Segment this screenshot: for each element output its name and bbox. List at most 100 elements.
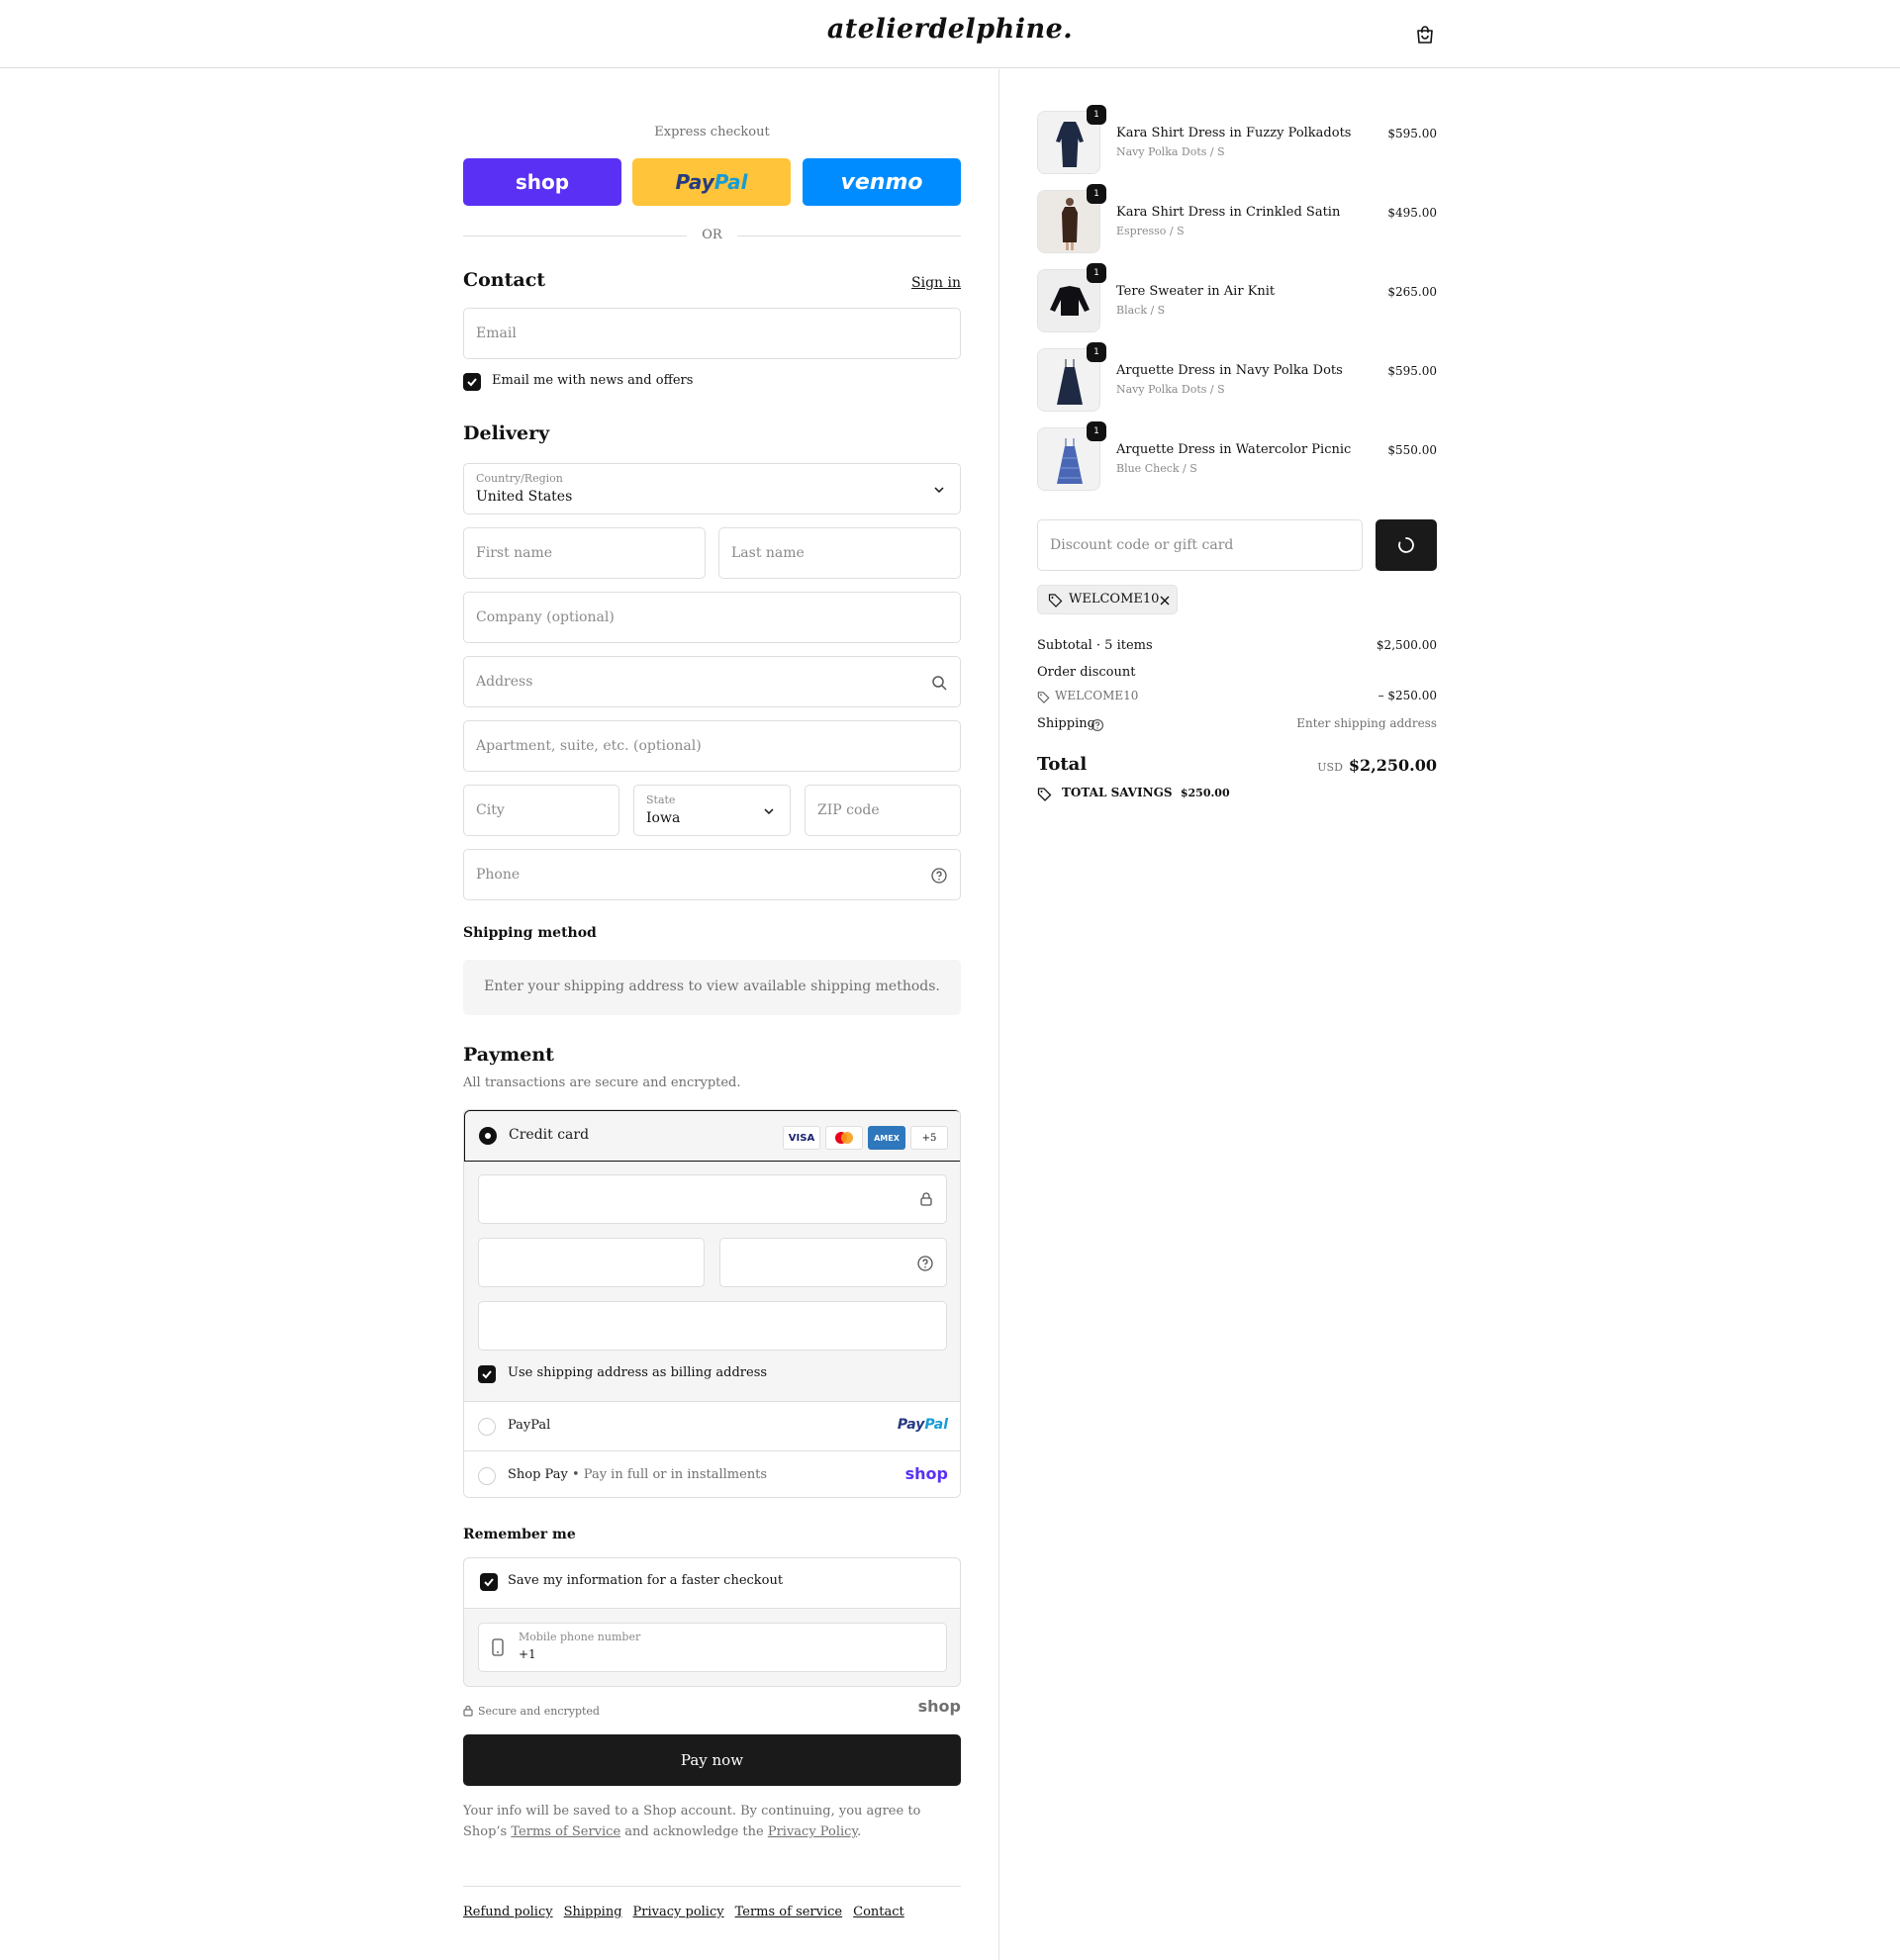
item-name: Arquette Dress in Watercolor Picnic [1116,442,1352,457]
delivery-title: Delivery [463,422,550,444]
item-price: $550.00 [1387,443,1437,457]
venmo-button[interactable]: venmo [803,158,961,206]
remember-me-box: Save my information for a faster checkou… [463,1557,961,1687]
order-discount-row: Order discount [1037,665,1136,680]
zip-field[interactable]: ZIP code [805,785,961,836]
first-name-field[interactable]: First name [463,527,706,579]
chevron-down-icon [764,808,774,815]
item-price: $595.00 [1387,127,1437,140]
more-brands-badge: +5 [910,1126,948,1150]
help-icon[interactable] [930,867,948,885]
cart-item: 1 Arquette Dress in Navy Polka Dots Navy… [1037,342,1437,412]
state-select[interactable]: State Iowa [633,785,791,836]
help-icon[interactable] [916,1255,934,1272]
news-checkbox[interactable] [463,373,481,391]
address-field[interactable]: Address [463,656,961,707]
shopping-bag-icon[interactable] [1414,24,1436,46]
applied-discount-chip: WELCOME10 [1037,585,1178,614]
last-name-field[interactable]: Last name [718,527,961,579]
terms-link[interactable]: Terms of Service [511,1824,620,1839]
item-variant: Navy Polka Dots / S [1116,145,1225,158]
news-label: Email me with news and offers [492,373,694,388]
quantity-badge: 1 [1087,105,1106,125]
phone-field[interactable]: Phone [463,849,961,900]
item-variant: Navy Polka Dots / S [1116,383,1225,396]
shipping-policy-link[interactable]: Shipping [564,1905,622,1919]
express-checkout-label: Express checkout [654,125,770,140]
cart-item: 1 Kara Shirt Dress in Fuzzy Polkadots Na… [1037,105,1437,174]
credit-card-option[interactable]: Credit card VISA AMEX +5 [464,1110,960,1162]
country-select[interactable]: Country/Region United States [463,463,961,514]
payment-subtitle: All transactions are secure and encrypte… [463,1075,741,1090]
paypal-option[interactable]: PayPal PayPal [464,1402,960,1451]
shop-pay-label: Shop Pay • Pay in full or in installment… [508,1467,768,1482]
subtotal-row: Subtotal · 5 items $2,500.00 [1037,638,1437,653]
mobile-phone-field[interactable]: Mobile phone number +1 [478,1623,947,1672]
search-icon [932,676,947,691]
item-price: $495.00 [1387,206,1437,220]
item-price: $595.00 [1387,364,1437,378]
store-logo[interactable]: atelierdelphine. [0,14,1900,45]
mobile-phone-icon [492,1638,504,1656]
card-fields: Use shipping address as billing address [464,1162,960,1402]
email-field[interactable]: Email [463,308,961,359]
discount-code-input[interactable]: Discount code or gift card [1037,519,1363,571]
visa-icon: VISA [783,1126,820,1150]
item-name: Arquette Dress in Navy Polka Dots [1116,363,1343,378]
header: atelierdelphine. [0,0,1900,68]
billing-checkbox[interactable] [478,1365,496,1383]
apartment-field[interactable]: Apartment, suite, etc. (optional) [463,720,961,772]
pay-now-button[interactable]: Pay now [463,1734,961,1786]
item-name: Kara Shirt Dress in Fuzzy Polkadots [1116,126,1352,140]
mastercard-icon [825,1126,863,1150]
close-icon[interactable] [1159,595,1171,607]
security-code-input[interactable] [719,1238,947,1287]
shipping-method-box: Enter your shipping address to view avai… [463,960,961,1015]
paypal-radio[interactable] [478,1418,496,1436]
lock-icon [463,1705,473,1717]
cart-item: 1 Kara Shirt Dress in Crinkled Satin Esp… [1037,184,1437,253]
company-field[interactable]: Company (optional) [463,592,961,643]
or-divider: OR [463,228,961,243]
secure-text: Secure and encrypted [478,1705,600,1718]
help-icon[interactable] [1091,718,1104,732]
sign-in-link[interactable]: Sign in [911,275,961,291]
amex-icon: AMEX [868,1126,905,1150]
shop-pay-option[interactable]: Shop Pay • Pay in full or in installment… [464,1450,960,1497]
item-name: Kara Shirt Dress in Crinkled Satin [1116,205,1341,220]
apply-discount-button[interactable] [1376,519,1437,571]
cart-item: 1 Tere Sweater in Air Knit Black / S $26… [1037,263,1437,332]
quantity-badge: 1 [1087,184,1106,204]
tag-icon [1048,594,1063,607]
shipping-row: Shipping Enter shipping address [1037,716,1437,732]
tag-icon [1037,692,1050,703]
item-name: Tere Sweater in Air Knit [1116,284,1276,299]
shop-pay-radio[interactable] [478,1467,496,1485]
payment-methods: Credit card VISA AMEX +5 Use shipping ad… [463,1109,961,1498]
legal-text: Your info will be saved to a Shop accoun… [463,1804,921,1839]
credit-card-radio[interactable] [479,1127,497,1145]
item-variant: Black / S [1116,304,1166,317]
item-variant: Espresso / S [1116,225,1185,237]
refund-policy-link[interactable]: Refund policy [463,1905,553,1919]
contact-title: Contact [463,269,546,291]
remember-me-title: Remember me [463,1527,576,1542]
quantity-badge: 1 [1087,342,1106,362]
paypal-button[interactable]: Pay Pal [632,158,791,206]
save-info-checkbox[interactable] [480,1573,498,1591]
city-field[interactable]: City [463,785,619,836]
name-on-card-input[interactable] [478,1301,947,1351]
shop-pay-button[interactable]: shop [463,158,621,206]
contact-link[interactable]: Contact [853,1905,904,1919]
quantity-badge: 1 [1087,263,1106,283]
expiry-input[interactable] [478,1238,705,1287]
card-number-input[interactable] [478,1174,947,1224]
lock-icon [920,1192,932,1206]
privacy-policy-link[interactable]: Privacy policy [633,1905,724,1919]
terms-of-service-link[interactable]: Terms of service [735,1905,843,1919]
savings-label: TOTAL SAVINGS $250.00 [1062,786,1230,799]
privacy-link[interactable]: Privacy Policy [768,1824,857,1839]
item-variant: Blue Check / S [1116,462,1197,475]
check-icon [484,1578,494,1587]
tag-icon [1037,788,1052,801]
